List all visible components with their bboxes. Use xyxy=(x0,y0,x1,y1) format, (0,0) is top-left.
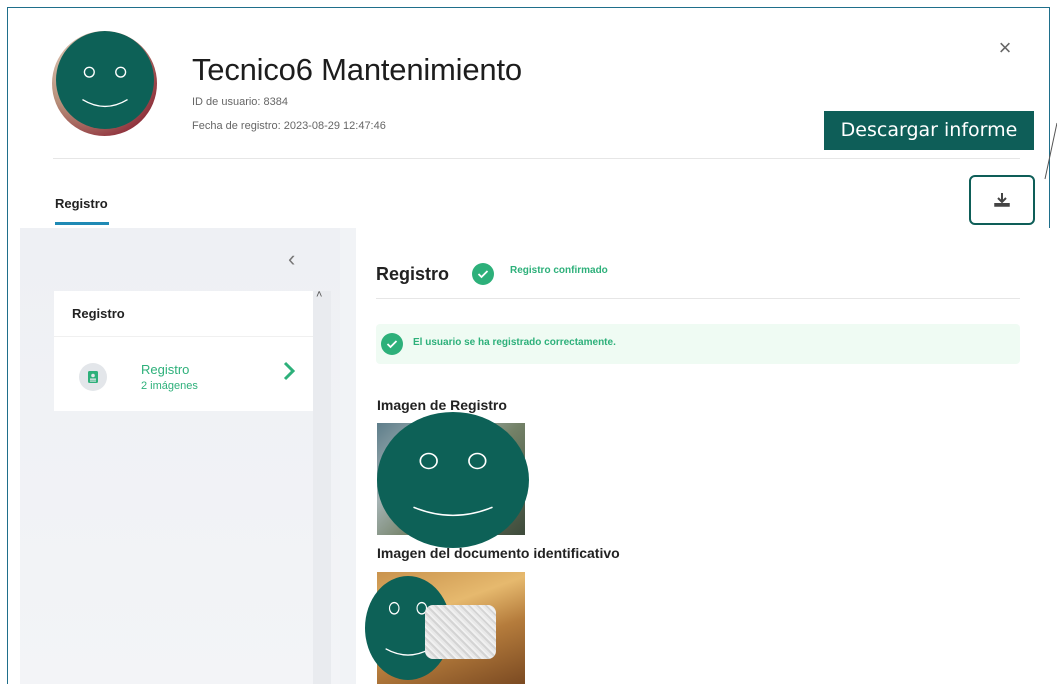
chevron-right-icon[interactable] xyxy=(282,360,296,387)
check-circle-icon xyxy=(381,333,403,355)
close-button[interactable]: × xyxy=(993,36,1017,60)
sidebar-item-count: 2 imágenes xyxy=(141,380,198,392)
sidebar-item-registro[interactable]: Registro xyxy=(141,362,189,377)
main-divider xyxy=(376,298,1020,299)
blurred-id-card xyxy=(425,605,496,659)
smiley-face-overlay xyxy=(56,31,154,129)
collapse-sidebar-button[interactable]: ‹ xyxy=(288,246,295,272)
chevron-left-icon: ‹ xyxy=(288,246,296,271)
registration-image-title: Imagen de Registro xyxy=(377,397,507,413)
main-title: Registro xyxy=(376,264,450,284)
tab-registro[interactable]: Registro xyxy=(55,196,108,211)
chevron-up-icon: ˄ xyxy=(316,289,323,301)
success-message: El usuario se ha registrado correctament… xyxy=(413,337,616,348)
close-icon: × xyxy=(998,35,1012,60)
download-report-button[interactable] xyxy=(969,175,1035,225)
sidebar-divider xyxy=(54,336,313,337)
download-icon xyxy=(994,193,1010,207)
user-name: Tecnico6 Mantenimiento xyxy=(192,52,522,87)
sidebar-scrollbar[interactable] xyxy=(313,291,331,684)
registration-date: Fecha de registro: 2023-08-29 12:47:46 xyxy=(192,120,386,132)
callout-pointer-line xyxy=(1035,122,1057,180)
smiley-face-overlay xyxy=(377,412,529,548)
check-circle-icon xyxy=(472,263,494,285)
id-document-image-title: Imagen del documento identificativo xyxy=(377,545,620,561)
user-id: ID de usuario: 8384 xyxy=(192,96,289,108)
scroll-up-button[interactable]: ˄ xyxy=(316,289,322,301)
download-report-callout: Descargar informe xyxy=(824,111,1034,150)
user-avatar xyxy=(52,31,157,136)
id-card-icon xyxy=(79,363,107,391)
header-divider xyxy=(53,158,1020,159)
sidebar-title: Registro xyxy=(72,306,125,321)
status-badge: Registro confirmado xyxy=(510,265,608,276)
active-tab-indicator xyxy=(55,222,109,225)
